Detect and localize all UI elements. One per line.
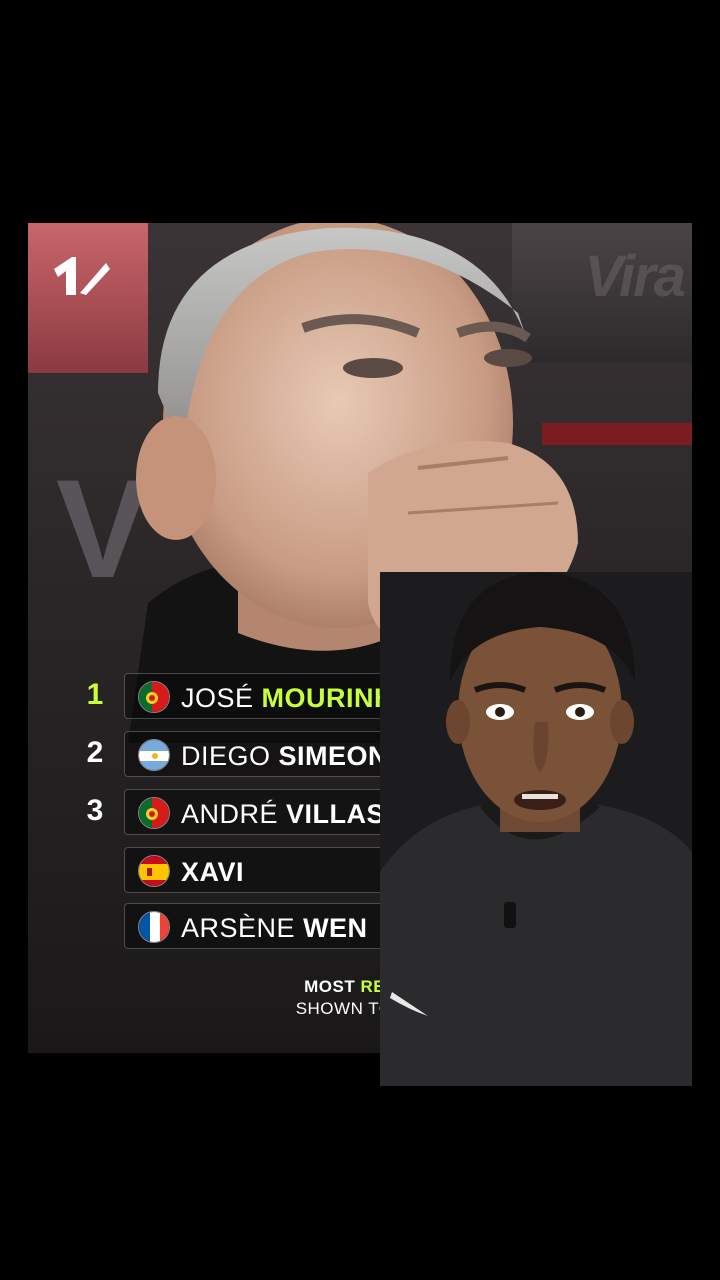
manager-name: XAVI: [181, 857, 244, 888]
background-banner-text: Vira: [584, 244, 686, 309]
france-flag-icon: [138, 911, 170, 943]
brand-logo: [54, 257, 110, 295]
rank-number: 2: [86, 736, 104, 769]
spain-flag-icon: [138, 855, 170, 887]
caption-prefix: MOST: [304, 977, 356, 996]
first-name: ANDRÉ: [181, 799, 279, 829]
first-name: JOSÉ: [181, 683, 254, 713]
portugal-flag-icon: [138, 797, 170, 829]
last-name: WEN: [303, 913, 368, 943]
rank-number: 3: [86, 794, 104, 827]
argentina-flag-icon: [138, 739, 170, 771]
creator-illustration: [380, 572, 692, 1086]
last-name: XAVI: [181, 857, 245, 887]
first-name: ARSÈNE: [181, 913, 296, 943]
manager-name: DIEGO SIMEONE: [181, 741, 407, 772]
manager-name: ARSÈNE WEN: [181, 913, 368, 944]
creator-video-overlay: [380, 572, 692, 1086]
first-name: DIEGO: [181, 741, 271, 771]
rank-number: 1: [86, 678, 104, 711]
portugal-flag-icon: [138, 681, 170, 713]
